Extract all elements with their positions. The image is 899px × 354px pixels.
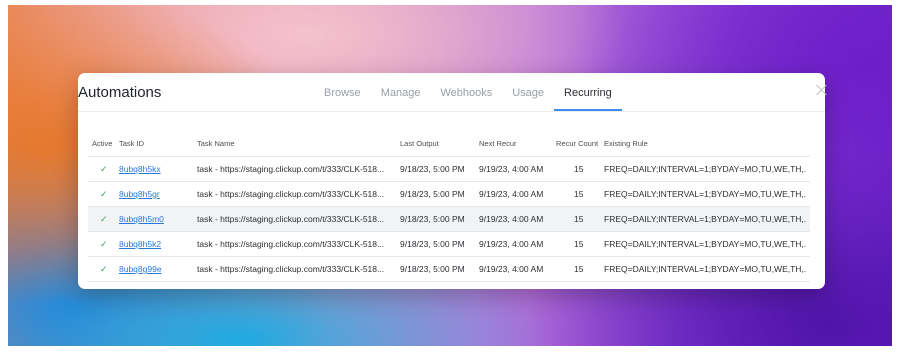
task-id-link[interactable]: 8ubq8h5m0 — [119, 214, 164, 224]
next-recur: 9/19/23, 4:00 AM — [479, 214, 544, 224]
task-name: task - https://staging.clickup.com/t/333… — [197, 189, 385, 199]
header-active[interactable]: Active — [92, 139, 112, 148]
recur-count: 15 — [574, 164, 584, 174]
task-name: task - https://staging.clickup.com/t/333… — [197, 264, 385, 274]
last-output: 9/18/23, 5:00 PM — [400, 239, 465, 249]
table-row[interactable]: ✓ 8ubq8g99e task - https://staging.click… — [88, 257, 810, 282]
next-recur: 9/19/23, 4:00 AM — [479, 239, 544, 249]
recur-count: 15 — [574, 214, 584, 224]
recurring-table: Active Task ID Task Name Last Output Nex… — [88, 132, 810, 282]
task-name: task - https://staging.clickup.com/t/333… — [197, 164, 385, 174]
modal-title: Automations — [78, 84, 162, 101]
checkmark-icon: ✓ — [100, 264, 108, 274]
checkmark-icon: ✓ — [100, 189, 108, 199]
last-output: 9/18/23, 5:00 PM — [400, 164, 465, 174]
tab-recurring[interactable]: Recurring — [554, 73, 622, 111]
automations-modal: Automations Browse Manage Webhooks Usage… — [78, 73, 825, 289]
tab-webhooks[interactable]: Webhooks — [430, 73, 502, 111]
checkmark-icon: ✓ — [100, 164, 108, 174]
recur-count: 15 — [574, 239, 584, 249]
task-name: task - https://staging.clickup.com/t/333… — [197, 239, 385, 249]
next-recur: 9/19/23, 4:00 AM — [479, 189, 544, 199]
last-output: 9/18/23, 5:00 PM — [400, 214, 465, 224]
table-row[interactable]: ✓ 8ubq8h5gr task - https://staging.click… — [88, 182, 810, 207]
existing-rule: FREQ=DAILY;INTERVAL=1;BYDAY=MO,TU,WE,TH,… — [604, 189, 807, 199]
existing-rule: FREQ=DAILY;INTERVAL=1;BYDAY=MO,TU,WE,TH,… — [604, 239, 807, 249]
existing-rule: FREQ=DAILY;INTERVAL=1;BYDAY=MO,TU,WE,TH,… — [604, 264, 807, 274]
next-recur: 9/19/23, 4:00 AM — [479, 164, 544, 174]
header-divider — [78, 111, 825, 112]
task-id-link[interactable]: 8ubq8h5gr — [119, 189, 160, 199]
table-header: Active Task ID Task Name Last Output Nex… — [88, 132, 810, 157]
tab-bar: Browse Manage Webhooks Usage Recurring — [314, 73, 622, 111]
table-row[interactable]: ✓ 8ubq8h5kx task - https://staging.click… — [88, 157, 810, 182]
header-existing-rule[interactable]: Existing Rule — [604, 139, 648, 148]
existing-rule: FREQ=DAILY;INTERVAL=1;BYDAY=MO,TU,WE,TH,… — [604, 214, 807, 224]
header-task-name[interactable]: Task Name — [197, 139, 235, 148]
table-row[interactable]: ✓ 8ubq8h5k2 task - https://staging.click… — [88, 232, 810, 257]
next-recur: 9/19/23, 4:00 AM — [479, 264, 544, 274]
table-row[interactable]: ✓ 8ubq8h5m0 task - https://staging.click… — [88, 207, 810, 232]
tab-usage[interactable]: Usage — [502, 73, 554, 111]
header-next-recur[interactable]: Next Recur — [479, 139, 517, 148]
task-id-link[interactable]: 8ubq8g99e — [119, 264, 162, 274]
checkmark-icon: ✓ — [100, 214, 108, 224]
recur-count: 15 — [574, 189, 584, 199]
recur-count: 15 — [574, 264, 584, 274]
close-icon[interactable] — [815, 83, 829, 97]
header-task-id[interactable]: Task ID — [119, 139, 144, 148]
header-recur-count[interactable]: Recur Count — [556, 139, 598, 148]
header-last-output[interactable]: Last Output — [400, 139, 439, 148]
checkmark-icon: ✓ — [100, 239, 108, 249]
task-name: task - https://staging.clickup.com/t/333… — [197, 214, 385, 224]
last-output: 9/18/23, 5:00 PM — [400, 189, 465, 199]
tab-manage[interactable]: Manage — [371, 73, 431, 111]
last-output: 9/18/23, 5:00 PM — [400, 264, 465, 274]
task-id-link[interactable]: 8ubq8h5k2 — [119, 239, 161, 249]
task-id-link[interactable]: 8ubq8h5kx — [119, 164, 161, 174]
existing-rule: FREQ=DAILY;INTERVAL=1;BYDAY=MO,TU,WE,TH,… — [604, 164, 807, 174]
tab-browse[interactable]: Browse — [314, 73, 371, 111]
